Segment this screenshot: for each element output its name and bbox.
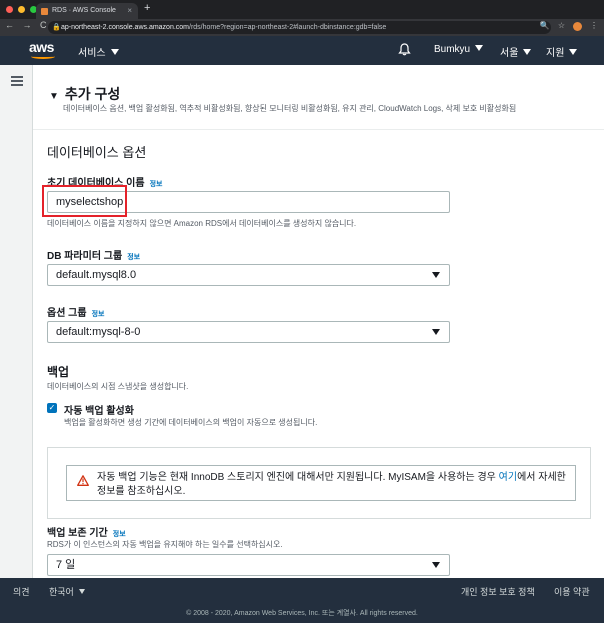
retention-hint: RDS가 이 인스턴스의 자동 백업을 유지해야 하는 일수를 선택하십시오. — [47, 540, 283, 549]
support-menu[interactable]: 지원 — [546, 44, 578, 59]
new-tab-button[interactable]: + — [144, 2, 150, 14]
warning-container: 자동 백업 기능은 현재 InnoDB 스토리지 엔진에 대해서만 지원됩니다.… — [47, 447, 591, 519]
info-link[interactable]: 정보 — [150, 181, 163, 188]
info-link[interactable]: 정보 — [113, 531, 126, 538]
highlight-box — [42, 185, 127, 217]
aws-smile-icon — [31, 54, 55, 59]
warning-text: 자동 백업 기능은 현재 InnoDB 스토리지 엔진에 대해서만 지원됩니다.… — [97, 472, 566, 497]
browser-nav-buttons[interactable]: ← → C — [5, 20, 50, 30]
chevron-down-icon — [475, 45, 484, 51]
tab-title: RDS · AWS Console — [52, 7, 116, 14]
extension-icon[interactable] — [573, 22, 582, 31]
param-group-label: DB 파라미터 그룹 정보 — [47, 251, 141, 262]
aws-favicon-icon — [41, 8, 48, 15]
feedback-link[interactable]: 의견 — [13, 585, 30, 598]
auto-backup-label[interactable]: 자동 백업 활성화 — [64, 402, 134, 417]
chevron-down-icon — [523, 49, 532, 55]
privacy-link[interactable]: 개인 정보 보호 정책 — [461, 585, 535, 598]
param-group-select[interactable]: default.mysql8.0 — [47, 264, 450, 286]
url-host: ap-northeast-2.console.aws.amazon.com — [61, 24, 190, 31]
divider — [33, 129, 604, 130]
warning-link[interactable]: 여기 — [499, 472, 517, 483]
auto-backup-hint: 백업을 활성화하면 생성 기간에 데이터베이스의 백업이 자동으로 생성됩니다. — [64, 418, 318, 427]
browser-tab[interactable]: RDS · AWS Console × — [36, 3, 138, 19]
close-window-button[interactable] — [6, 6, 13, 13]
language-selector[interactable]: 한국어 — [49, 585, 85, 598]
terms-link[interactable]: 이용 약관 — [554, 585, 590, 598]
bookmark-star-icon[interactable]: ☆ — [558, 21, 565, 31]
zoom-icon[interactable]: 🔍 — [540, 21, 550, 31]
retention-period-select[interactable]: 7 일 — [47, 554, 450, 576]
console-footer: 의견 한국어 개인 정보 보호 정책 이용 약관 © 2008 - 2020, … — [0, 578, 604, 623]
browser-toolbar: ← → C 🔒 ap-northeast-2.console.aws.amazo… — [0, 19, 604, 36]
address-bar[interactable]: 🔒 ap-northeast-2.console.aws.amazon.com/… — [48, 21, 551, 34]
url-path: /rds/home?region=ap-northeast-2#launch-d… — [189, 24, 387, 31]
backup-hint: 데이터베이스의 시점 스냅샷을 생성합니다. — [47, 382, 189, 391]
chevron-down-icon — [78, 589, 85, 594]
hamburger-menu-icon[interactable] — [11, 76, 23, 86]
backup-heading: 백업 — [47, 365, 70, 379]
retention-label: 백업 보존 기간 정보 — [47, 528, 126, 539]
window-controls — [6, 6, 37, 13]
tab-close-icon[interactable]: × — [127, 3, 132, 19]
copyright-text: © 2008 - 2020, Amazon Web Services, Inc.… — [186, 610, 418, 617]
region-menu[interactable]: 서울 — [500, 44, 532, 59]
menu-dots-icon[interactable]: ⋮ — [590, 21, 598, 31]
minimize-window-button[interactable] — [18, 6, 25, 13]
warning-triangle-icon — [77, 475, 89, 486]
additional-configuration-panel: ▼ 추가 구성 데이터베이스 옵션, 백업 활성화됨, 역추적 비활성화됨, 향상… — [33, 65, 604, 578]
section-subtitle: 데이터베이스 옵션, 백업 활성화됨, 역추적 비활성화됨, 향상된 모니터링 … — [63, 104, 517, 113]
section-title: 추가 구성 — [64, 86, 121, 102]
db-options-heading: 데이터베이스 옵션 — [47, 145, 147, 160]
initial-db-hint: 데이터베이스 이름을 지정하지 않으면 Amazon RDS에서 데이터베이스를… — [47, 219, 357, 228]
notifications-bell-icon[interactable] — [398, 43, 411, 59]
info-link[interactable]: 정보 — [92, 311, 105, 318]
warning-alert: 자동 백업 기능은 현재 InnoDB 스토리지 엔진에 대해서만 지원됩니다.… — [66, 465, 576, 501]
info-link[interactable]: 정보 — [127, 254, 140, 261]
caret-down-icon: ▼ — [49, 91, 59, 102]
aws-logo[interactable]: aws — [29, 40, 59, 62]
section-header[interactable]: ▼ 추가 구성 — [49, 84, 120, 104]
option-group-select[interactable]: default:mysql-8-0 — [47, 321, 450, 343]
services-menu[interactable]: 서비스 — [78, 44, 119, 59]
account-menu[interactable]: Bumkyu — [434, 44, 484, 55]
option-group-label: 옵션 그룹 정보 — [47, 308, 105, 319]
chevron-down-icon — [569, 49, 578, 55]
browser-icons: 🔍 ☆ ⋮ — [540, 21, 598, 31]
aws-console-header: aws 서비스 Bumkyu 서울 지원 — [0, 36, 604, 65]
chevron-down-icon — [110, 49, 119, 55]
auto-backup-checkbox[interactable]: ✓ — [47, 403, 57, 413]
browser-tab-bar: RDS · AWS Console × + — [0, 0, 604, 19]
lock-icon: 🔒 — [52, 24, 61, 31]
